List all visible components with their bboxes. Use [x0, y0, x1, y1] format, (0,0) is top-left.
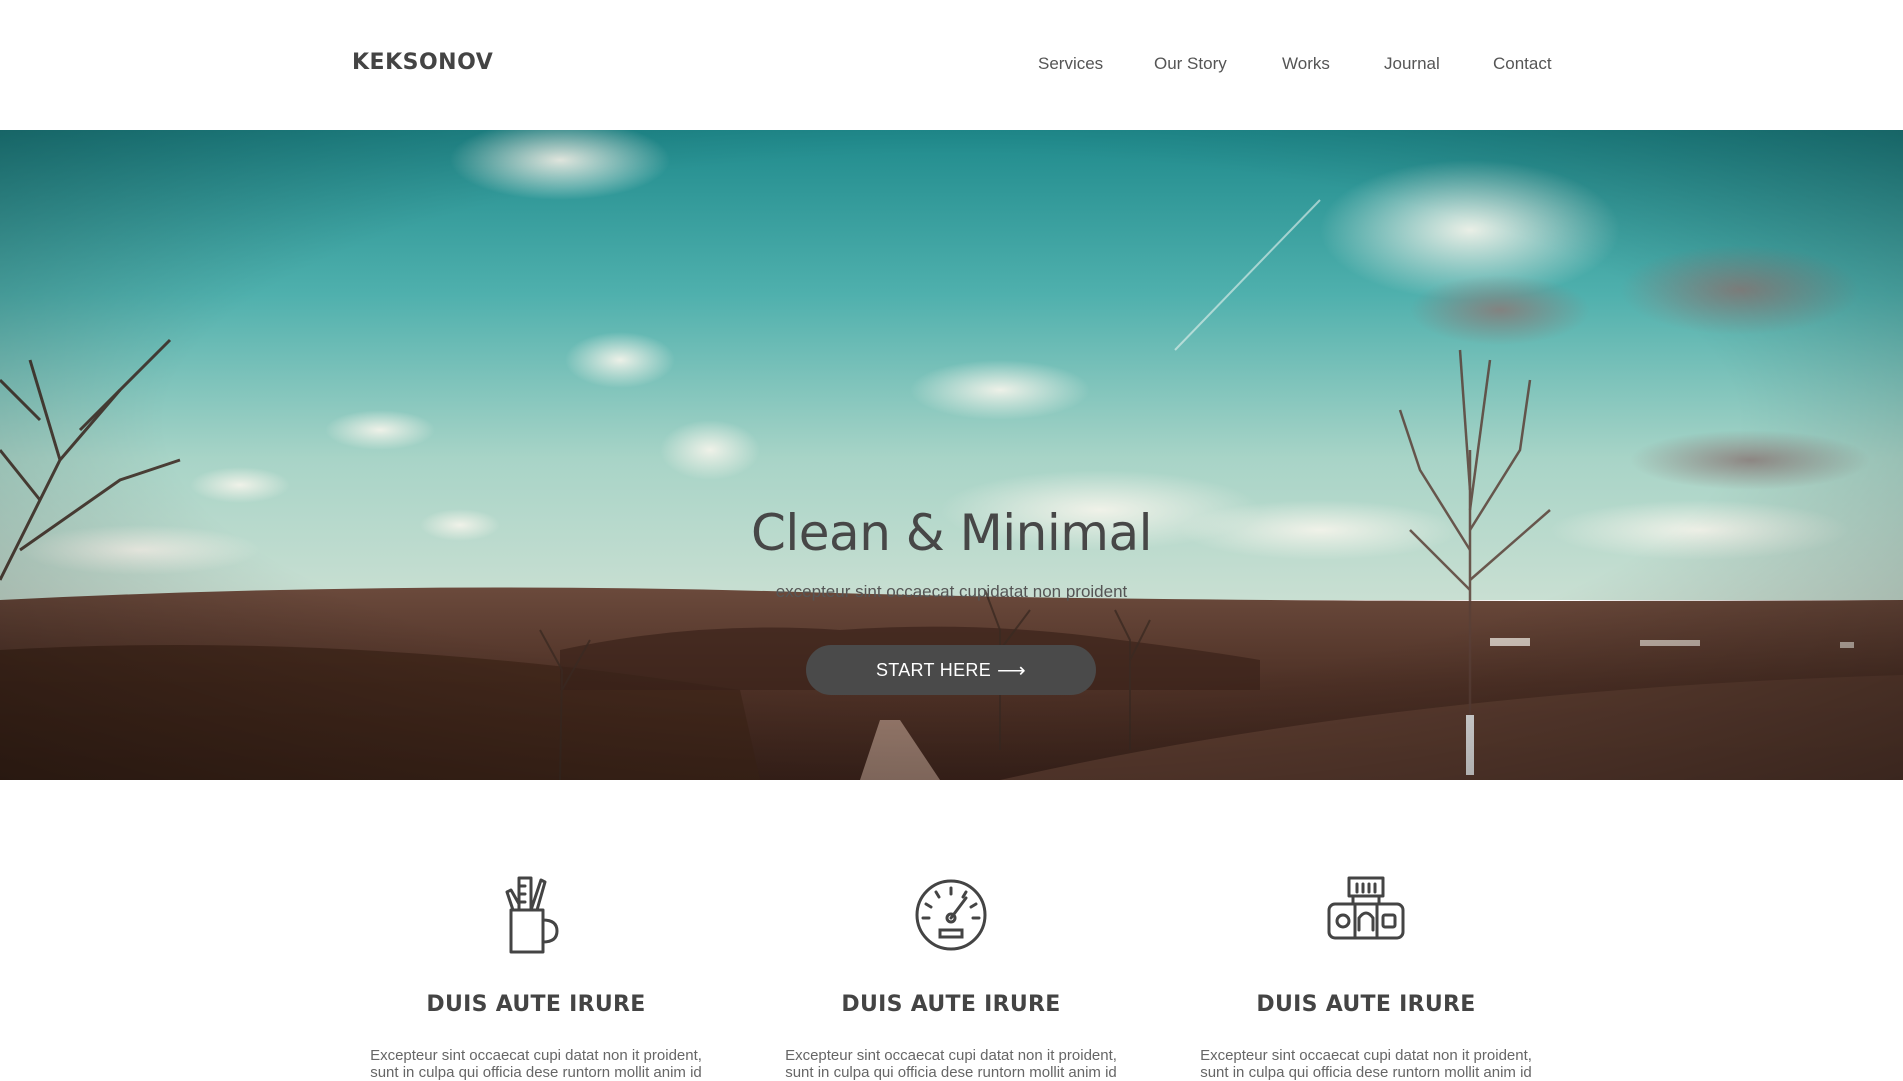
camera-icon	[1327, 876, 1405, 940]
feature-column: DUIS AUTE IRURE Excepteur sint occaecat …	[743, 870, 1159, 1081]
feature-column: DUIS AUTE IRURE Excepteur sint occaecat …	[1158, 870, 1574, 1081]
feature-title: DUIS AUTE IRURE	[1256, 992, 1476, 1017]
nav-services[interactable]: Services	[1038, 54, 1103, 74]
pencil-cup-icon	[505, 876, 559, 954]
feature-column: DUIS AUTE IRURE Excepteur sint occaecat …	[328, 870, 744, 1081]
hero-title: Clean & Minimal	[750, 504, 1153, 562]
header: KEKSONOV Services Our Story Works Journa…	[0, 0, 1903, 130]
start-here-button[interactable]: START HERE ⟶	[806, 645, 1096, 695]
hero-section: Clean & Minimal excepteur sint occaecat …	[0, 130, 1903, 780]
nav-works[interactable]: Works	[1282, 54, 1330, 74]
arrow-right-icon: ⟶	[997, 659, 1026, 682]
hero-subtitle: excepteur sint occaecat cupidatat non pr…	[775, 582, 1128, 601]
feature-text: Excepteur sint occaecat cupi datat non i…	[370, 1047, 702, 1081]
main-nav: Services Our Story Works Journal Contact	[0, 54, 1903, 78]
nav-our-story[interactable]: Our Story	[1154, 54, 1227, 74]
nav-journal[interactable]: Journal	[1384, 54, 1440, 74]
start-here-label: START HERE	[875, 659, 992, 680]
feature-title: DUIS AUTE IRURE	[426, 992, 646, 1017]
feature-text: Excepteur sint occaecat cupi datat non i…	[785, 1047, 1117, 1081]
speedometer-icon	[915, 879, 987, 951]
feature-text: Excepteur sint occaecat cupi datat non i…	[1200, 1047, 1532, 1081]
feature-title: DUIS AUTE IRURE	[841, 992, 1061, 1017]
nav-contact[interactable]: Contact	[1493, 54, 1552, 74]
